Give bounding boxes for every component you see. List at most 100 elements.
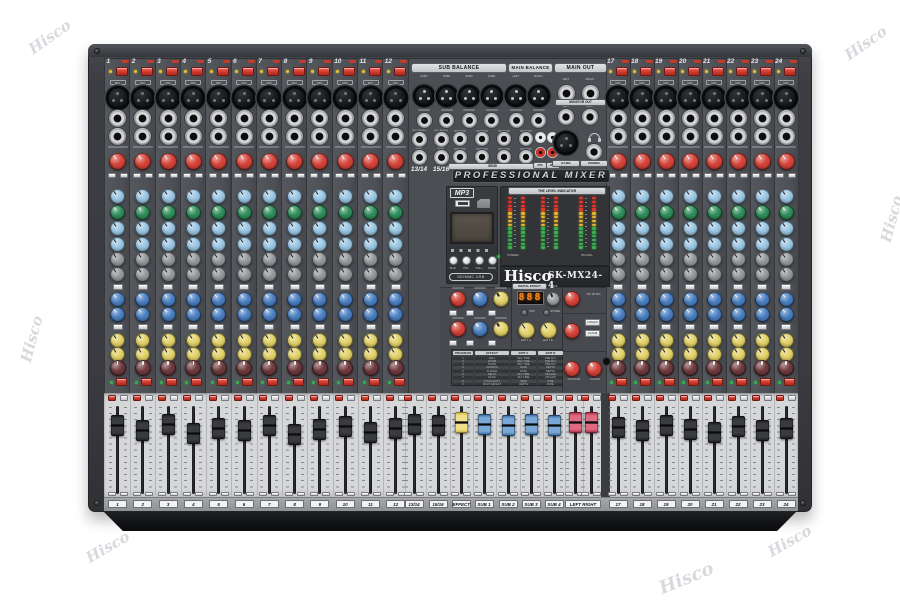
line-input-jack[interactable] [730, 110, 747, 127]
fader-cap-10[interactable] [339, 416, 352, 437]
fader-cap-22[interactable] [732, 416, 745, 437]
channel-knob[interactable] [635, 205, 650, 220]
line-input-jack[interactable] [261, 110, 278, 127]
pad-button[interactable] [166, 67, 178, 76]
channel-knob[interactable] [161, 189, 176, 204]
pad-button[interactable] [141, 67, 153, 76]
pad-switch[interactable] [692, 173, 700, 178]
fader-bottom-button[interactable] [347, 492, 355, 496]
pad-button[interactable] [217, 67, 229, 76]
mic-input-xlr[interactable] [360, 87, 382, 109]
lowcut-button[interactable] [656, 173, 664, 178]
aux-pre-button[interactable] [391, 324, 401, 330]
lowcut-button[interactable] [259, 173, 267, 178]
fader-assign-button[interactable] [271, 395, 279, 401]
pan-knob[interactable] [236, 360, 252, 376]
rca-red-jack[interactable] [535, 147, 546, 158]
pfl-button[interactable] [736, 378, 747, 386]
fader-bottom-button[interactable] [451, 492, 459, 496]
aux-master-knob[interactable] [472, 321, 488, 337]
pad-switch[interactable] [120, 173, 128, 178]
pfl-button[interactable] [116, 378, 127, 386]
aux-pre-button[interactable] [757, 324, 767, 330]
channel-knob[interactable] [755, 267, 770, 282]
aux-switch[interactable] [449, 340, 457, 346]
line-input-jack[interactable] [682, 110, 699, 127]
fader-assign-button[interactable] [373, 395, 381, 401]
pan-knob[interactable] [634, 360, 650, 376]
fader-assign-button[interactable] [764, 395, 772, 401]
fader-assign-button[interactable] [322, 395, 330, 401]
mic-input-xlr[interactable] [132, 87, 154, 109]
lowcut-button[interactable] [310, 173, 318, 178]
pad-button[interactable] [394, 67, 406, 76]
mic-input-xlr[interactable] [631, 87, 653, 109]
mic-input-xlr[interactable] [655, 87, 677, 109]
fader-assign-button[interactable] [486, 395, 494, 401]
fader-bottom-button[interactable] [373, 492, 381, 496]
pad-button[interactable] [712, 67, 724, 76]
line-input-jack[interactable] [109, 110, 126, 127]
channel-knob[interactable] [338, 221, 353, 236]
aux-pre-button[interactable] [637, 324, 647, 330]
channel-knob[interactable] [635, 189, 650, 204]
insert-jack[interactable] [730, 128, 747, 145]
fader-assign-button[interactable] [644, 395, 652, 401]
channel-knob[interactable] [731, 205, 746, 220]
fader-mute-button[interactable] [335, 395, 343, 401]
pad-switch[interactable] [271, 173, 279, 178]
fader-bottom-button[interactable] [593, 492, 601, 496]
fader-mute-button[interactable] [474, 395, 482, 401]
dj-mic-xlr[interactable] [555, 132, 577, 154]
fader-bottom-button[interactable] [145, 492, 153, 496]
fader-assign-button[interactable] [120, 395, 128, 401]
fader-mute-button[interactable] [608, 395, 616, 401]
fader-bottom-button[interactable] [740, 492, 748, 496]
mp3-vol+-button[interactable] [475, 256, 484, 265]
sub-insert-jack[interactable] [462, 113, 477, 128]
value-knob[interactable] [546, 292, 560, 306]
pad-switch[interactable] [145, 173, 153, 178]
pan-knob[interactable] [287, 360, 303, 376]
fader-mute-button[interactable] [521, 395, 529, 401]
pad-button[interactable] [736, 67, 748, 76]
aux-send-jack[interactable] [497, 150, 511, 164]
channel-knob[interactable] [312, 267, 327, 282]
channel-knob[interactable] [161, 307, 176, 322]
lowcut-button[interactable] [285, 173, 293, 178]
fader-bottom-button[interactable] [209, 492, 217, 496]
channel-knob[interactable] [611, 205, 626, 220]
fader-cap-8[interactable] [288, 424, 301, 445]
fader-bottom-button[interactable] [120, 492, 128, 496]
fader-cap-7[interactable] [263, 415, 276, 436]
line-input-jack[interactable] [185, 110, 202, 127]
gain-knob[interactable] [337, 153, 354, 170]
fader-mute-button[interactable] [183, 395, 191, 401]
fader-mute-button[interactable] [234, 395, 242, 401]
channel-knob[interactable] [388, 189, 403, 204]
aux-pre-button[interactable] [290, 324, 300, 330]
fader-assign-button[interactable] [668, 395, 676, 401]
fader-cap-24[interactable] [780, 418, 793, 439]
fader-bottom-button[interactable] [776, 492, 784, 496]
aux-pre-button[interactable] [239, 324, 249, 330]
stereo-in-left-jack[interactable] [412, 132, 427, 147]
fader-cap-11[interactable] [364, 422, 377, 443]
channel-knob[interactable] [186, 221, 201, 236]
fader-bottom-button[interactable] [310, 492, 318, 496]
fader-assign-button[interactable] [533, 395, 541, 401]
channel-knob[interactable] [161, 221, 176, 236]
fader-mute-button[interactable] [209, 395, 217, 401]
fader-bottom-button[interactable] [428, 492, 436, 496]
lowcut-button[interactable] [158, 173, 166, 178]
lowcut-button[interactable] [728, 173, 736, 178]
channel-knob[interactable] [211, 205, 226, 220]
stereo-in-left-jack[interactable] [434, 132, 449, 147]
pad-switch[interactable] [740, 173, 748, 178]
fader-assign-button[interactable] [788, 395, 796, 401]
pan-knob[interactable] [754, 360, 770, 376]
fader-assign-button[interactable] [246, 395, 254, 401]
edit-b-knob[interactable] [540, 322, 557, 339]
line-input-jack[interactable] [286, 110, 303, 127]
aux-switch[interactable] [449, 310, 457, 316]
